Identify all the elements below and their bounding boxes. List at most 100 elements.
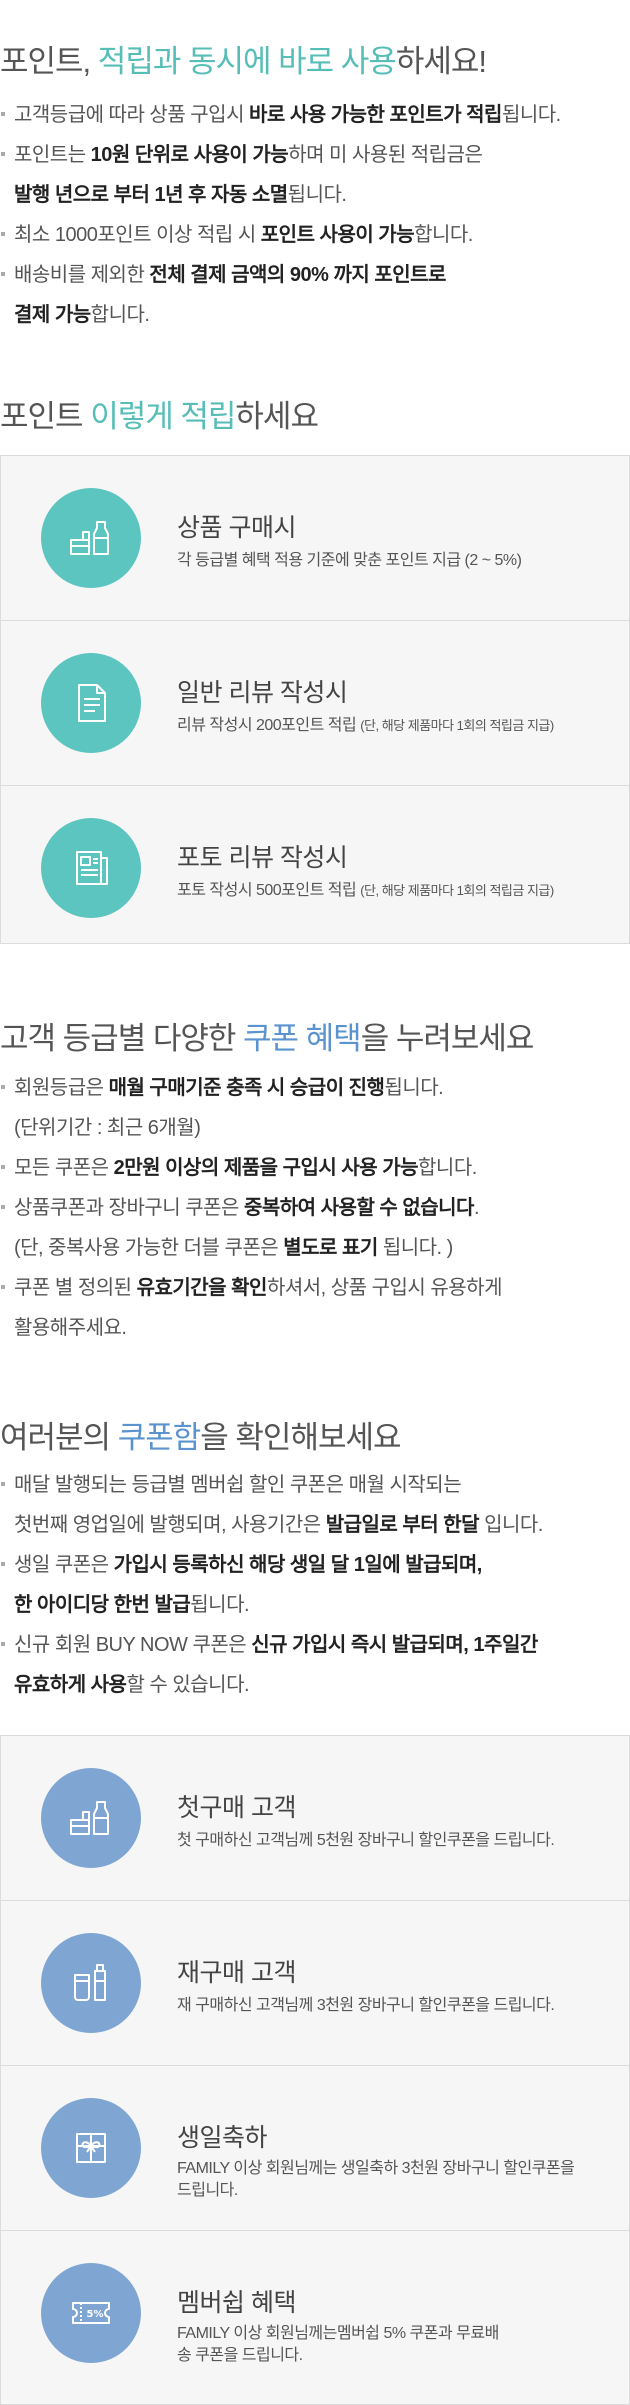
body-text: 생일 쿠폰은 — [14, 1554, 114, 1576]
points-info-item: 고객등급에 따라 상품 구입시 바로 사용 가능한 포인트가 적립됩니다. — [0, 95, 630, 135]
body-text: . — [473, 1197, 480, 1219]
body-text: 할 수 있습니다. — [126, 1674, 250, 1696]
points-info-list: 고객등급에 따라 상품 구입시 바로 사용 가능한 포인트가 적립됩니다. 포인트… — [0, 95, 630, 335]
coupon-benefit-line: 쿠폰 별 정의된 유효기간을 확인하셔서, 상품 구입시 유용하게 — [14, 1268, 630, 1308]
coupon-card-title: 멤버쉽 혜택 — [177, 2289, 296, 2317]
coupon-box-item: 신규 회원 BUY NOW 쿠폰은 신규 가입시 즉시 발급되며, 1주일간 유효… — [0, 1625, 630, 1705]
emphasis-text: 신규 가입시 즉시 발급되며, 1주일간 — [251, 1634, 538, 1656]
body-text: 됩니다. ) — [377, 1237, 453, 1259]
document-icon — [41, 653, 141, 753]
body-text: 모든 쿠폰은 — [14, 1157, 114, 1179]
body-text: 회원등급은 — [14, 1077, 109, 1099]
body-text: (단위기간 : 최근 6개월) — [14, 1117, 201, 1139]
body-text: 합니다. — [90, 304, 150, 326]
emphasis-text: 포인트 사용이 가능 — [260, 224, 415, 246]
body-text: 하셔서, 상품 구입시 유용하게 — [266, 1277, 503, 1299]
coupon-card-desc: FAMILY 이상 회원님께는멤버쉽 5% 쿠폰과 무료배송 쿠폰을 드립니다. — [177, 2325, 499, 2364]
coupon-box-line: 유효하게 사용할 수 있습니다. — [14, 1665, 630, 1705]
coupon-benefit-item: 쿠폰 별 정의된 유효기간을 확인하셔서, 상품 구입시 유용하게활용해주세요. — [0, 1268, 630, 1348]
coupon-card-title: 재구매 고객 — [177, 1959, 296, 1987]
emphasis-text: 가입시 등록하신 해당 생일 달 1일에 발급되며, — [113, 1554, 483, 1576]
emphasis-text: 발급일로 부터 한달 — [325, 1514, 480, 1536]
coupon-box-line: 한 아이디당 한번 발급됩니다. — [14, 1585, 630, 1625]
coupon-box-line: 생일 쿠폰은 가입시 등록하신 해당 생일 달 1일에 발급되며, — [14, 1545, 630, 1585]
coupon-card-title: 생일축하 — [177, 2124, 268, 2152]
earn-card-desc: 포토 작성시 500포인트 적립 (단, 해당 제품마다 1회의 적립금 지급) — [177, 882, 554, 899]
coupon-benefit-line: 활용해주세요. — [14, 1308, 630, 1348]
coupon-benefit-line: (단, 중복사용 가능한 더블 쿠폰은 별도로 표기 됩니다. ) — [14, 1228, 630, 1268]
body-text: 입니다. — [479, 1514, 543, 1536]
coupon-card-birthday: 생일축하 FAMILY 이상 회원님께는 생일축하 3천원 장바구니 할인쿠폰을… — [1, 2066, 629, 2231]
body-text: 고객등급에 따라 상품 구입시 — [14, 104, 250, 126]
photo-review-icon — [41, 818, 141, 918]
coupon-box-title: 여러분의 쿠폰함을 확인해보세요 — [0, 1420, 402, 1455]
earn-card-photo-review: 포토 리뷰 작성시 포토 작성시 500포인트 적립 (단, 해당 제품마다 1… — [1, 786, 629, 950]
points-info-line: 고객등급에 따라 상품 구입시 바로 사용 가능한 포인트가 적립됩니다. — [14, 95, 630, 135]
coupon-card-desc: 재 구매하신 고객님께 3천원 장바구니 할인쿠폰을 드립니다. — [177, 1997, 555, 2014]
body-text: 배송비를 제외한 — [14, 264, 150, 286]
earn-card-title: 일반 리뷰 작성시 — [177, 679, 348, 707]
shopping-products-icon — [41, 488, 141, 588]
coupon-card-title: 첫구매 고객 — [177, 1794, 296, 1822]
coupon-benefit-title: 고객 등급별 다양한 쿠폰 혜택을 누려보세요 — [0, 1021, 534, 1056]
body-text: 첫번째 영업일에 발행되며, 사용기간은 — [14, 1514, 326, 1536]
emphasis-text: 2만원 이상의 제품을 구입시 사용 가능 — [113, 1157, 419, 1179]
points-earn-title: 포인트 이렇게 적립하세요 — [0, 399, 319, 434]
points-info-line: 배송비를 제외한 전체 결제 금액의 90% 까지 포인트로 — [14, 255, 630, 295]
cosmetics-icon — [41, 1933, 141, 2033]
body-text: 상품쿠폰과 장바구니 쿠폰은 — [14, 1197, 244, 1219]
earn-card-title: 상품 구매시 — [177, 514, 296, 542]
body-text: (단, 중복사용 가능한 더블 쿠폰은 — [14, 1237, 284, 1259]
earn-card-purchase: 상품 구매시 각 등급별 혜택 적용 기준에 맞춘 포인트 지급 (2 ~ 5%… — [1, 456, 629, 621]
emphasis-text: 바로 사용 가능한 포인트가 적립 — [249, 104, 502, 126]
points-info-item: 배송비를 제외한 전체 결제 금액의 90% 까지 포인트로 결제 가능합니다. — [0, 255, 630, 335]
emphasis-text: 중복하여 사용할 수 없습니다 — [243, 1197, 474, 1219]
body-text: 활용해주세요. — [14, 1317, 127, 1339]
coupon-ticket-icon: 5% — [41, 2263, 141, 2363]
page: 포인트, 적립과 동시에 바로 사용하세요! 고객등급에 따라 상품 구입시 바… — [0, 0, 630, 2405]
emphasis-text: 매월 구매기준 충족 시 승급이 진행 — [108, 1077, 385, 1099]
coupon-box-line: 신규 회원 BUY NOW 쿠폰은 신규 가입시 즉시 발급되며, 1주일간 — [14, 1625, 630, 1665]
coupon-badge-text: 5% — [87, 2309, 104, 2320]
points-info-line: 발행 년으로 부터 1년 후 자동 소멸됩니다. — [14, 175, 630, 215]
coupon-card-repurchase: 재구매 고객 재 구매하신 고객님께 3천원 장바구니 할인쿠폰을 드립니다. — [1, 1901, 629, 2066]
body-text: 매달 발행되는 등급별 멤버쉽 할인 쿠폰은 매월 시작되는 — [14, 1474, 462, 1496]
emphasis-text: 10원 단위로 사용이 가능 — [90, 144, 289, 166]
emphasis-text: 전체 결제 금액의 90% 까지 포인트로 — [149, 264, 446, 286]
emphasis-text: 한 아이디당 한번 발급 — [14, 1594, 191, 1616]
earn-card-desc: 리뷰 작성시 200포인트 적립 (단, 해당 제품마다 1회의 적립금 지급) — [177, 717, 554, 734]
coupon-benefit-line: (단위기간 : 최근 6개월) — [14, 1108, 630, 1148]
body-text: 됩니다. — [384, 1077, 444, 1099]
shopping-products-icon — [41, 1768, 141, 1868]
coupon-box-item: 생일 쿠폰은 가입시 등록하신 해당 생일 달 1일에 발급되며, 한 아이디당 … — [0, 1545, 630, 1625]
points-info-line: 포인트는 10원 단위로 사용이 가능하며 미 사용된 적립금은 — [14, 135, 630, 175]
earn-card-review: 일반 리뷰 작성시 리뷰 작성시 200포인트 적립 (단, 해당 제품마다 1… — [1, 621, 629, 786]
coupon-benefit-item: 모든 쿠폰은 2만원 이상의 제품을 구입시 사용 가능합니다. — [0, 1148, 630, 1188]
earn-card-title: 포토 리뷰 작성시 — [177, 844, 348, 872]
emphasis-text: 별도로 표기 — [283, 1237, 378, 1259]
points-info-line: 최소 1000포인트 이상 적립 시 포인트 사용이 가능합니다. — [14, 215, 630, 255]
body-text: 합니다. — [418, 1157, 477, 1179]
emphasis-text: 유효하게 사용 — [14, 1674, 127, 1696]
points-earn-cards: 상품 구매시 각 등급별 혜택 적용 기준에 맞춘 포인트 지급 (2 ~ 5%… — [0, 455, 630, 944]
coupon-cards: 첫구매 고객 첫 구매하신 고객님께 5천원 장바구니 할인쿠폰을 드립니다. … — [0, 1735, 630, 2405]
coupon-box-line: 첫번째 영업일에 발행되며, 사용기간은 발급일로 부터 한달 입니다. — [14, 1505, 630, 1545]
points-info-line: 결제 가능합니다. — [14, 295, 630, 335]
body-text: 하며 미 사용된 적립금은 — [288, 144, 483, 166]
body-text: 포인트는 — [14, 144, 91, 166]
coupon-box-item: 매달 발행되는 등급별 멤버쉽 할인 쿠폰은 매월 시작되는첫번째 영업일에 발… — [0, 1465, 630, 1545]
body-text: 됩니다. — [190, 1594, 250, 1616]
coupon-benefit-list: 회원등급은 매월 구매기준 충족 시 승급이 진행됩니다. (단위기간 : 최근 … — [0, 1068, 630, 1348]
body-text: 합니다. — [414, 224, 473, 246]
earn-card-desc: 각 등급별 혜택 적용 기준에 맞춘 포인트 지급 (2 ~ 5%) — [177, 552, 522, 569]
emphasis-text: 발행 년으로 부터 1년 후 자동 소멸 — [14, 184, 288, 206]
coupon-benefit-item: 상품쿠폰과 장바구니 쿠폰은 중복하여 사용할 수 없습니다. (단, 중복사용 … — [0, 1188, 630, 1268]
gift-icon — [41, 2098, 141, 2198]
coupon-card-desc: 첫 구매하신 고객님께 5천원 장바구니 할인쿠폰을 드립니다. — [177, 1832, 555, 1849]
coupon-benefit-line: 상품쿠폰과 장바구니 쿠폰은 중복하여 사용할 수 없습니다. — [14, 1188, 630, 1228]
emphasis-text: 결제 가능 — [14, 304, 91, 326]
coupon-benefit-line: 회원등급은 매월 구매기준 충족 시 승급이 진행됩니다. — [14, 1068, 630, 1108]
emphasis-text: 유효기간을 확인 — [136, 1277, 268, 1299]
coupon-card-membership: 5% 멤버쉽 혜택 FAMILY 이상 회원님께는멤버쉽 5% 쿠폰과 무료배송… — [1, 2231, 629, 2395]
coupon-benefit-item: 회원등급은 매월 구매기준 충족 시 승급이 진행됩니다. (단위기간 : 최근 … — [0, 1068, 630, 1148]
